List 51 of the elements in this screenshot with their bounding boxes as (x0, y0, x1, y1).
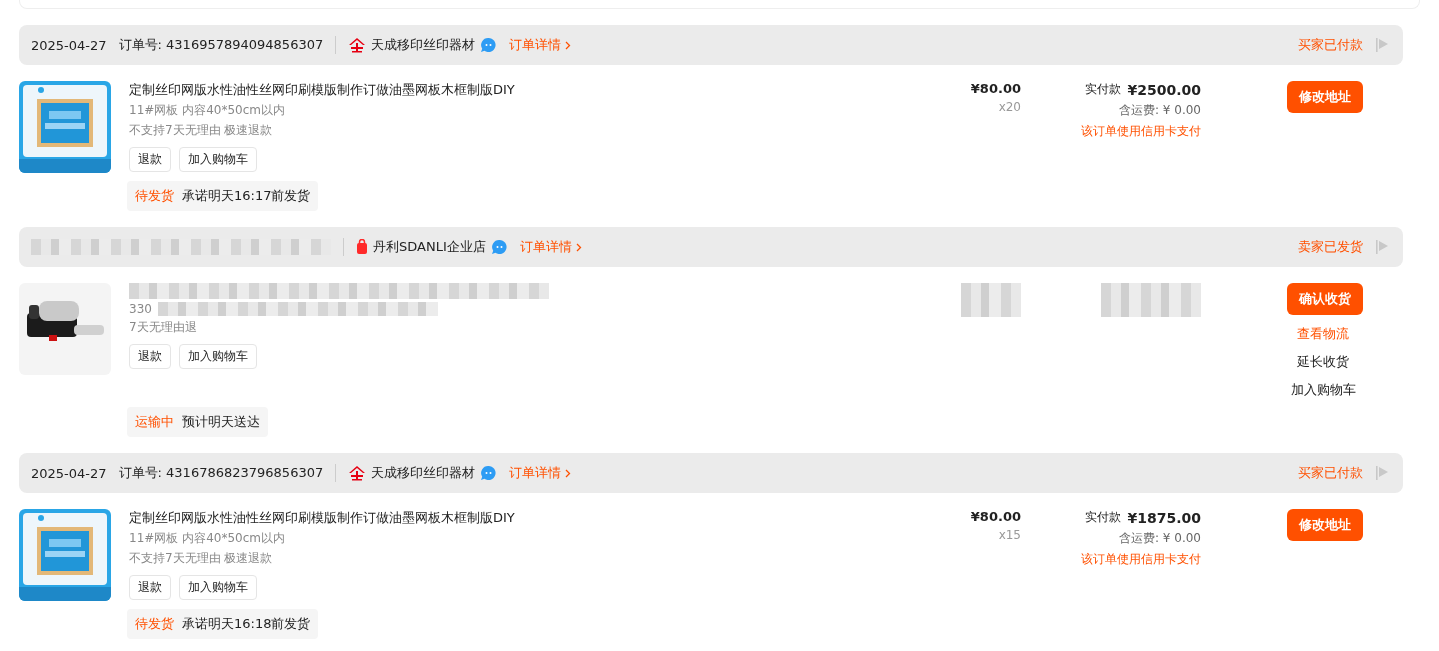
chat-icon[interactable] (480, 36, 498, 54)
unit-price: ¥80.00 (970, 509, 1021, 524)
order-date: 2025-04-27 (31, 37, 107, 53)
chevron-right-icon (575, 242, 582, 252)
item-button[interactable]: 加入购物车 (179, 147, 257, 172)
item-button[interactable]: 退款 (129, 147, 171, 172)
item-button[interactable]: 加入购物车 (179, 575, 257, 600)
flag-icon[interactable] (1375, 37, 1389, 53)
order-status: 买家已付款 (1298, 464, 1363, 482)
item-button[interactable]: 加入购物车 (179, 344, 257, 369)
flag-icon[interactable] (1375, 465, 1389, 481)
action-link[interactable]: 延长收货 (1283, 353, 1363, 371)
item-button[interactable]: 退款 (129, 344, 171, 369)
store-logo-icon (348, 465, 367, 481)
total-amount: ¥1875.00 (1127, 509, 1201, 526)
payment-note: 该订单使用信用卡支付 (1081, 551, 1201, 568)
return-policy: 不支持7天无理由 极速退款 (129, 122, 274, 139)
bag-icon (356, 239, 368, 255)
total-label: 实付款 (1085, 81, 1122, 98)
order-status: 买家已付款 (1298, 36, 1363, 54)
unit-price: ¥80.00 (970, 81, 1021, 96)
shipping-fee: 含运费: ¥ 0.00 (1118, 102, 1201, 119)
return-policy: 不支持7天无理由 极速退款 (129, 550, 274, 567)
quantity: x20 (998, 100, 1021, 114)
product-spec: 11#网板 内容40*50cm以内 (129, 102, 285, 119)
shop-name[interactable]: 天成移印丝印器材 (371, 464, 476, 482)
product-spec: 11#网板 内容40*50cm以内 (129, 530, 285, 547)
item-button[interactable]: 退款 (129, 575, 171, 600)
order-date: 2025-04-27 (31, 465, 107, 481)
redacted-area (961, 283, 1021, 317)
total-amount: ¥2500.00 (1127, 81, 1201, 98)
flag-icon[interactable] (1375, 239, 1389, 255)
payment-note: 该订单使用信用卡支付 (1081, 123, 1201, 140)
shop-name[interactable]: 丹利SDANLI企业店 (373, 238, 486, 256)
product-title[interactable]: 定制丝印网版水性油性丝网印刷模版制作订做油墨网板木框制版DIY (129, 509, 649, 527)
chat-icon[interactable] (490, 238, 508, 256)
product-title[interactable]: 定制丝印网版水性油性丝网印刷模版制作订做油墨网板木框制版DIY (129, 81, 649, 99)
total-label: 实付款 (1085, 509, 1122, 526)
order-number: 订单号: 4316786823796856307 (118, 464, 324, 482)
product-spec: 330 (129, 302, 152, 316)
shop-name[interactable]: 天成移印丝印器材 (371, 36, 476, 54)
quantity: x15 (998, 528, 1021, 542)
store-logo-icon (348, 37, 367, 53)
shipping-fee: 含运费: ¥ 0.00 (1118, 530, 1201, 547)
order-number: 订单号: 4316957894094856307 (118, 36, 324, 54)
return-policy: 7天无理由退 (129, 319, 198, 336)
chat-icon[interactable] (480, 464, 498, 482)
action-link[interactable]: 加入购物车 (1283, 381, 1363, 399)
chevron-right-icon (565, 468, 572, 478)
order-status: 卖家已发货 (1298, 238, 1363, 256)
chevron-right-icon (565, 40, 572, 50)
